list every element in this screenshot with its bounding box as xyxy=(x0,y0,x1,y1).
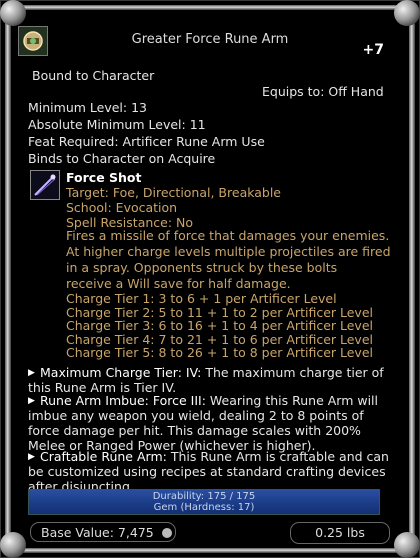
charge-tier-line: Charge Tier 5: 8 to 26 + 1 to 8 per Arti… xyxy=(66,345,373,360)
bullet-triangle-icon: ▶ xyxy=(28,452,35,462)
enhancement-bonus: +7 xyxy=(362,42,384,58)
feat-required-text: Feat Required: Artificer Rune Arm Use xyxy=(28,134,265,149)
frame-corner-bottom-right xyxy=(394,532,420,558)
base-value-box: Base Value: 7,475 xyxy=(30,522,176,542)
coin-icon xyxy=(161,528,172,538)
weight-text: 0.25 lbs xyxy=(315,525,365,540)
spell-description-line: Fires a missile of force that damages yo… xyxy=(66,228,390,243)
spell-description-line: At higher charge levels multiple project… xyxy=(66,244,391,259)
base-value-text: Base Value: 7,475 xyxy=(41,525,154,540)
effect-line: be customized using recipes at standard … xyxy=(28,464,386,479)
spell-description-line: receive a Will save for half damage. xyxy=(66,276,291,291)
abs-min-level-text: Absolute Minimum Level: 11 xyxy=(28,117,206,132)
durability-bar: Durability: 175 / 175 Gem (Hardness: 17) xyxy=(28,489,380,515)
charge-tier-line: Charge Tier 4: 7 to 21 + 1 to 6 per Arti… xyxy=(66,331,373,347)
weight-box: 0.25 lbs xyxy=(290,522,390,544)
spell-target: Target: Foe, Directional, Breakable xyxy=(66,185,282,200)
effect-line: force damage per hit. This damage scales… xyxy=(28,423,361,438)
charge-tier-line: Charge Tier 2: 5 to 11 + 1 to 2 per Arti… xyxy=(66,304,373,320)
bullet-triangle-icon: ▶ xyxy=(28,368,35,378)
effect-text: This Rune Arm is craftable and can xyxy=(166,449,389,464)
charge-tier-list: Charge Tier 1: 3 to 6 + 1 per Artificer … xyxy=(66,292,373,360)
frame-corner-bottom-left xyxy=(0,532,26,558)
effect-rune-arm-imbue: Rune Arm Imbue: Force III: Wearing this … xyxy=(40,393,390,408)
effect-heading: Rune Arm Imbue: Force III: xyxy=(40,393,206,408)
charge-tier-line: Charge Tier 3: 6 to 16 + 1 to 4 per Arti… xyxy=(66,318,373,333)
frame-right-bar xyxy=(409,22,415,536)
durability-text: Durability: 175 / 175 xyxy=(152,491,256,502)
binds-text: Binds to Character on Acquire xyxy=(28,151,216,166)
material-text: Gem (Hardness: 17) xyxy=(153,502,255,513)
bullet-triangle-icon: ▶ xyxy=(28,396,35,406)
spell-description-line: in a spray. Opponents struck by these bo… xyxy=(66,260,338,275)
frame-corner-top-right xyxy=(394,0,420,26)
spell-description: Fires a missile of force that damages yo… xyxy=(66,228,391,292)
spell-school: School: Evocation xyxy=(66,200,178,215)
bound-text: Bound to Character xyxy=(32,68,155,83)
charge-tier-line: Charge Tier 1: 3 to 6 + 1 per Artificer … xyxy=(66,291,337,306)
effect-heading: Craftable Rune Arm: xyxy=(40,449,167,464)
effect-craftable-rune-arm: Craftable Rune Arm: This Rune Arm is cra… xyxy=(40,449,390,464)
frame-top-bar xyxy=(22,5,398,10)
frame-left-bar xyxy=(5,22,11,536)
effect-text: Wearing this Rune Arm will xyxy=(205,393,378,408)
effect-line: imbue any weapon you wield, dealing 2 to… xyxy=(28,408,364,423)
effect-text: The maximum charge tier of xyxy=(201,365,384,380)
force-shot-icon xyxy=(30,170,60,200)
spell-name: Force Shot xyxy=(66,170,142,185)
frame-corner-top-left xyxy=(0,0,26,26)
effect-max-charge-tier: Maximum Charge Tier: IV: The maximum cha… xyxy=(40,365,390,380)
item-name: Greater Force Rune Arm xyxy=(131,32,289,47)
min-level-text: Minimum Level: 13 xyxy=(28,100,147,115)
effect-heading: Maximum Charge Tier: IV: xyxy=(40,365,202,380)
equips-to-text: Equips to: Off Hand xyxy=(262,84,384,99)
frame-bottom-bar xyxy=(22,548,398,553)
